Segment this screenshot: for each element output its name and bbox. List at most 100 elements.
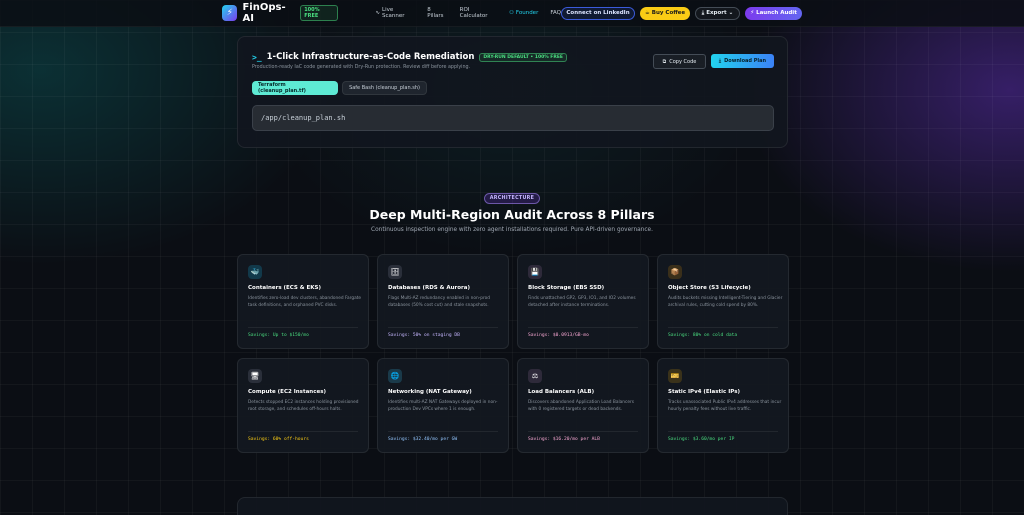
- section-subtitle: Continuous inspection engine with zero a…: [371, 227, 653, 233]
- top-nav: ⚡ FinOps-AI 100% FREE ∿ Live Scanner 8 Pil…: [0, 0, 1024, 27]
- download-label: Download Plan: [724, 58, 767, 64]
- card-savings: Savings: 60% off-hours: [248, 437, 309, 442]
- pulse-icon: ∿: [375, 10, 381, 16]
- pillar-card[interactable]: 💾 Block Storage (EBS SSD) Finds unattached…: [517, 254, 649, 349]
- pillar-card[interactable]: 🖥 Compute (EC2 Instances) Detects stopped …: [237, 358, 369, 453]
- iac-remediation-panel: >_ 1-Click Infrastructure-as-Code Remedi…: [237, 36, 788, 148]
- buy-coffee-button[interactable]: ☕ Buy Coffee: [640, 6, 690, 20]
- coffee-icon: ☕: [644, 10, 650, 16]
- pillar-card[interactable]: 🐳 Containers (ECS & EKS) Identifies zero-l…: [237, 254, 369, 349]
- copy-code-button[interactable]: ⧉ Copy Code: [653, 54, 706, 69]
- nav-link-label: 8 Pillars: [427, 7, 444, 19]
- balancer-icon: ⚖: [528, 369, 542, 383]
- card-savings: Savings: 50% on staging DB: [388, 333, 460, 338]
- brand-logo[interactable]: ⚡ FinOps-AI 100% FREE: [222, 2, 339, 24]
- card-title: Object Store (S3 Lifecycle): [668, 285, 751, 291]
- globe-icon: 🌐: [388, 369, 402, 383]
- nav-links: ∿ Live Scanner 8 Pillars ROI Calculator ⚇ Fou…: [375, 7, 561, 19]
- coffee-label: Buy Coffee: [651, 10, 686, 16]
- bolt-icon: ⚡: [750, 10, 755, 16]
- card-title: Compute (EC2 Instances): [248, 389, 326, 395]
- nav-link-label: ROI Calculator: [459, 7, 488, 19]
- nav-actions: Connect on LinkedIn ☕ Buy Coffee ⤓ Expor…: [561, 6, 802, 20]
- logo-icon: ⚡: [222, 5, 238, 21]
- pillar-card[interactable]: 📦 Object Store (S3 Lifecycle) Audits bucke…: [657, 254, 789, 349]
- export-label: Export: [706, 10, 727, 16]
- linkedin-label: Connect on LinkedIn: [566, 10, 630, 16]
- copy-icon: ⧉: [662, 58, 667, 65]
- card-divider: [248, 327, 358, 328]
- brand-name: FinOps-AI: [242, 2, 286, 24]
- linkedin-button[interactable]: Connect on LinkedIn: [561, 6, 635, 20]
- nav-link-live-scanner[interactable]: ∿ Live Scanner: [375, 7, 415, 19]
- card-divider: [528, 327, 638, 328]
- pillar-card[interactable]: 🗄 Databases (RDS & Aurora) Flags Multi-AZ …: [377, 254, 509, 349]
- pillar-card[interactable]: ⚖ Load Balancers (ALB) Discovers abandoned…: [517, 358, 649, 453]
- tab-terraform[interactable]: Terraform (cleanup_plan.tf): [252, 81, 338, 95]
- section-title: Deep Multi-Region Audit Across 8 Pillars: [369, 207, 655, 222]
- card-description: Finds unattached GP2, GP3, IO1, and IO2 …: [528, 296, 636, 308]
- card-description: Flags Multi-AZ redundancy enabled in non…: [388, 296, 491, 308]
- nav-link-roi-calculator[interactable]: ROI Calculator: [460, 7, 497, 19]
- chevron-down-icon: ⌄: [728, 10, 734, 16]
- dry-run-badge: DRY-RUN DEFAULT • 100% FREE: [479, 52, 567, 62]
- tab-label: Terraform (cleanup_plan.tf): [258, 82, 306, 94]
- card-description: Identifies zero-load dev clusters, aband…: [248, 296, 362, 308]
- launch-label: Launch Audit: [756, 10, 797, 16]
- download-plan-button[interactable]: ⤓ Download Plan: [711, 54, 774, 68]
- nav-link-faq[interactable]: FAQ: [550, 10, 561, 16]
- card-divider: [388, 431, 498, 432]
- iac-title-row: >_ 1-Click Infrastructure-as-Code Remedi…: [252, 52, 567, 62]
- monitor-icon: 🖥: [248, 369, 262, 383]
- code-content: /app/cleanup_plan.sh: [261, 114, 346, 122]
- pillar-card[interactable]: 🌐 Networking (NAT Gateway) Identifies mult…: [377, 358, 509, 453]
- iac-subtitle: Production-ready IaC code generated with…: [252, 65, 471, 70]
- card-divider: [668, 327, 778, 328]
- pillar-card[interactable]: 🎫 Static IPv4 (Elastic IPs) Tracks unassoc…: [657, 358, 789, 453]
- next-section-panel: [237, 497, 788, 515]
- card-savings: Savings: $3.60/mo per IP: [668, 437, 735, 442]
- copy-label: Copy Code: [669, 58, 697, 65]
- card-title: Load Balancers (ALB): [528, 389, 595, 395]
- tab-bash[interactable]: Safe Bash (cleanup_plan.sh): [342, 81, 427, 95]
- database-icon: 🗄: [388, 265, 402, 279]
- card-divider: [388, 327, 498, 328]
- terminal-icon: >_: [252, 52, 262, 62]
- card-description: Discovers abandoned Application Load Bal…: [528, 400, 635, 412]
- disk-icon: 💾: [528, 265, 542, 279]
- free-badge: 100% FREE: [300, 5, 339, 21]
- launch-audit-button[interactable]: ⚡ Launch Audit: [745, 6, 802, 20]
- card-savings: Savings: $16.20/mo per ALB: [528, 437, 600, 442]
- architecture-badge: ARCHITECTURE: [484, 193, 540, 204]
- iac-tabs: Terraform (cleanup_plan.tf) Safe Bash (c…: [252, 81, 427, 95]
- card-title: Block Storage (EBS SSD): [528, 285, 605, 291]
- card-divider: [668, 431, 778, 432]
- card-title: Databases (RDS & Aurora): [388, 285, 470, 291]
- code-viewer[interactable]: /app/cleanup_plan.sh: [252, 105, 774, 131]
- card-divider: [528, 431, 638, 432]
- bucket-icon: 📦: [668, 265, 682, 279]
- card-savings: Savings: $0.0913/GB-mo: [528, 333, 589, 338]
- card-description: Audits buckets missing Intelligent-Tieri…: [668, 296, 783, 308]
- iac-title: 1-Click Infrastructure-as-Code Remediati…: [266, 52, 475, 62]
- export-button[interactable]: ⤓ Export ⌄: [695, 6, 740, 20]
- card-savings: Savings: 80% on cold data: [668, 333, 738, 338]
- whale-icon: 🐳: [248, 265, 262, 279]
- card-savings: Savings: Up to $150/mo: [248, 333, 309, 338]
- tab-label: Safe Bash (cleanup_plan.sh): [349, 85, 420, 91]
- card-title: Networking (NAT Gateway): [388, 389, 472, 395]
- nav-link-8-pillars[interactable]: 8 Pillars: [427, 7, 447, 19]
- nav-link-label: FAQ: [550, 10, 561, 16]
- nav-link-label: Founder: [515, 10, 539, 16]
- card-description: Detects stopped EC2 instances holding pr…: [248, 400, 359, 412]
- card-description: Identifies multi-AZ NAT Gateways deploye…: [388, 400, 498, 412]
- person-icon: ⚇: [508, 10, 514, 16]
- ticket-icon: 🎫: [668, 369, 682, 383]
- nav-link-label: Live Scanner: [382, 7, 405, 19]
- card-description: Tracks unassociated Public IPv4 addresse…: [668, 400, 782, 412]
- download-icon: ⤓: [718, 58, 722, 64]
- card-savings: Savings: $32.40/mo per GW: [388, 437, 458, 442]
- nav-link-founder[interactable]: ⚇ Founder: [509, 10, 538, 16]
- card-divider: [248, 431, 358, 432]
- card-title: Containers (ECS & EKS): [248, 285, 321, 291]
